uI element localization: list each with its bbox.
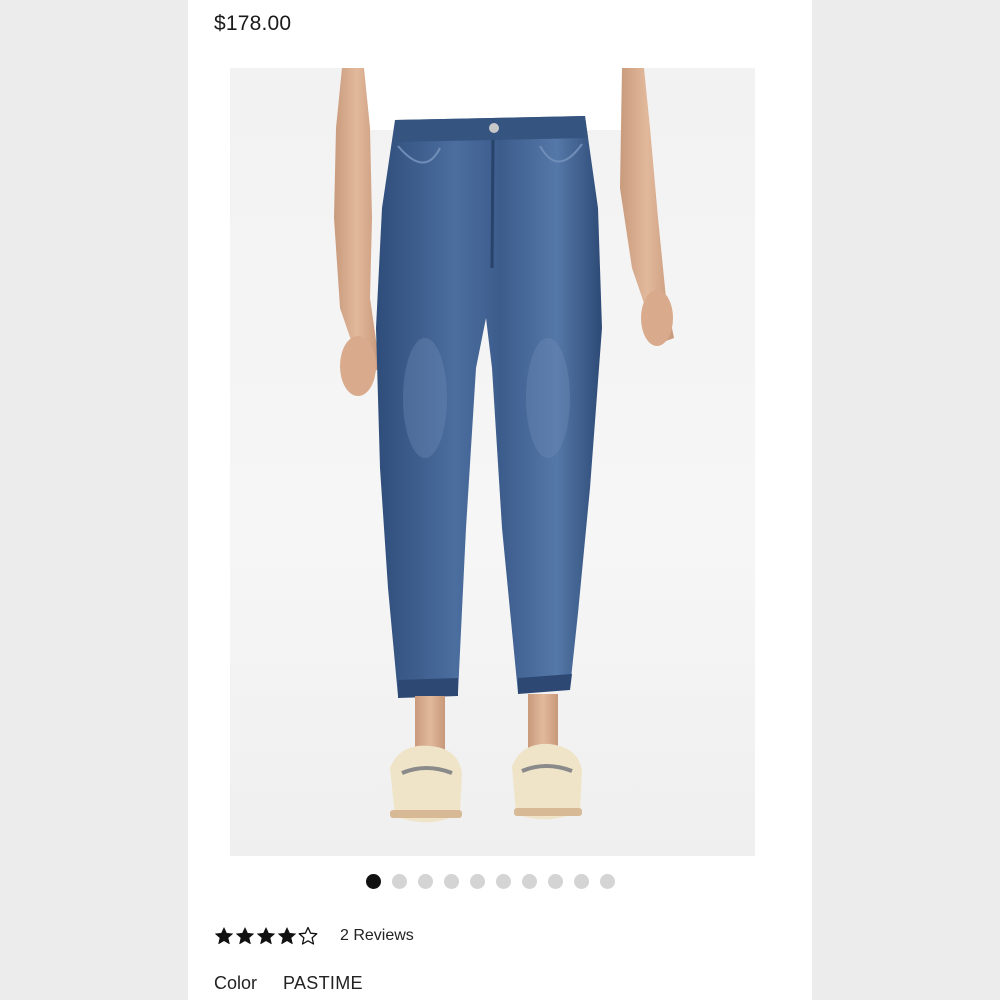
carousel-dot-8[interactable] — [548, 873, 563, 889]
carousel-pagination — [366, 873, 615, 889]
carousel-dot-10[interactable] — [600, 873, 615, 889]
carousel-dot-1[interactable] — [366, 873, 381, 889]
product-page: $178.00 2 Reviews Color PASTIME — [188, 0, 812, 1000]
carousel-dot-6[interactable] — [496, 873, 511, 889]
product-price: $178.00 — [214, 12, 292, 35]
reviews-link[interactable]: 2 Reviews — [340, 927, 414, 945]
jeans-illustration — [334, 68, 674, 823]
carousel-dot-3[interactable] — [418, 873, 433, 889]
carousel-dot-4[interactable] — [444, 873, 459, 889]
color-value: PASTIME — [283, 973, 363, 993]
star-filled-icon — [277, 927, 297, 945]
star-rating — [214, 926, 318, 946]
star-filled-icon — [235, 927, 255, 945]
star-filled-icon — [214, 927, 234, 945]
carousel-dot-9[interactable] — [574, 873, 589, 889]
carousel-dot-2[interactable] — [392, 873, 407, 889]
color-label: Color — [214, 973, 258, 993]
product-image[interactable] — [230, 68, 755, 856]
carousel-dot-5[interactable] — [470, 873, 485, 889]
rating-row: 2 Reviews — [214, 922, 414, 950]
star-filled-icon — [256, 927, 276, 945]
color-row: Color PASTIME — [214, 973, 363, 994]
star-outline-icon — [298, 926, 318, 945]
carousel-dot-7[interactable] — [522, 873, 537, 889]
